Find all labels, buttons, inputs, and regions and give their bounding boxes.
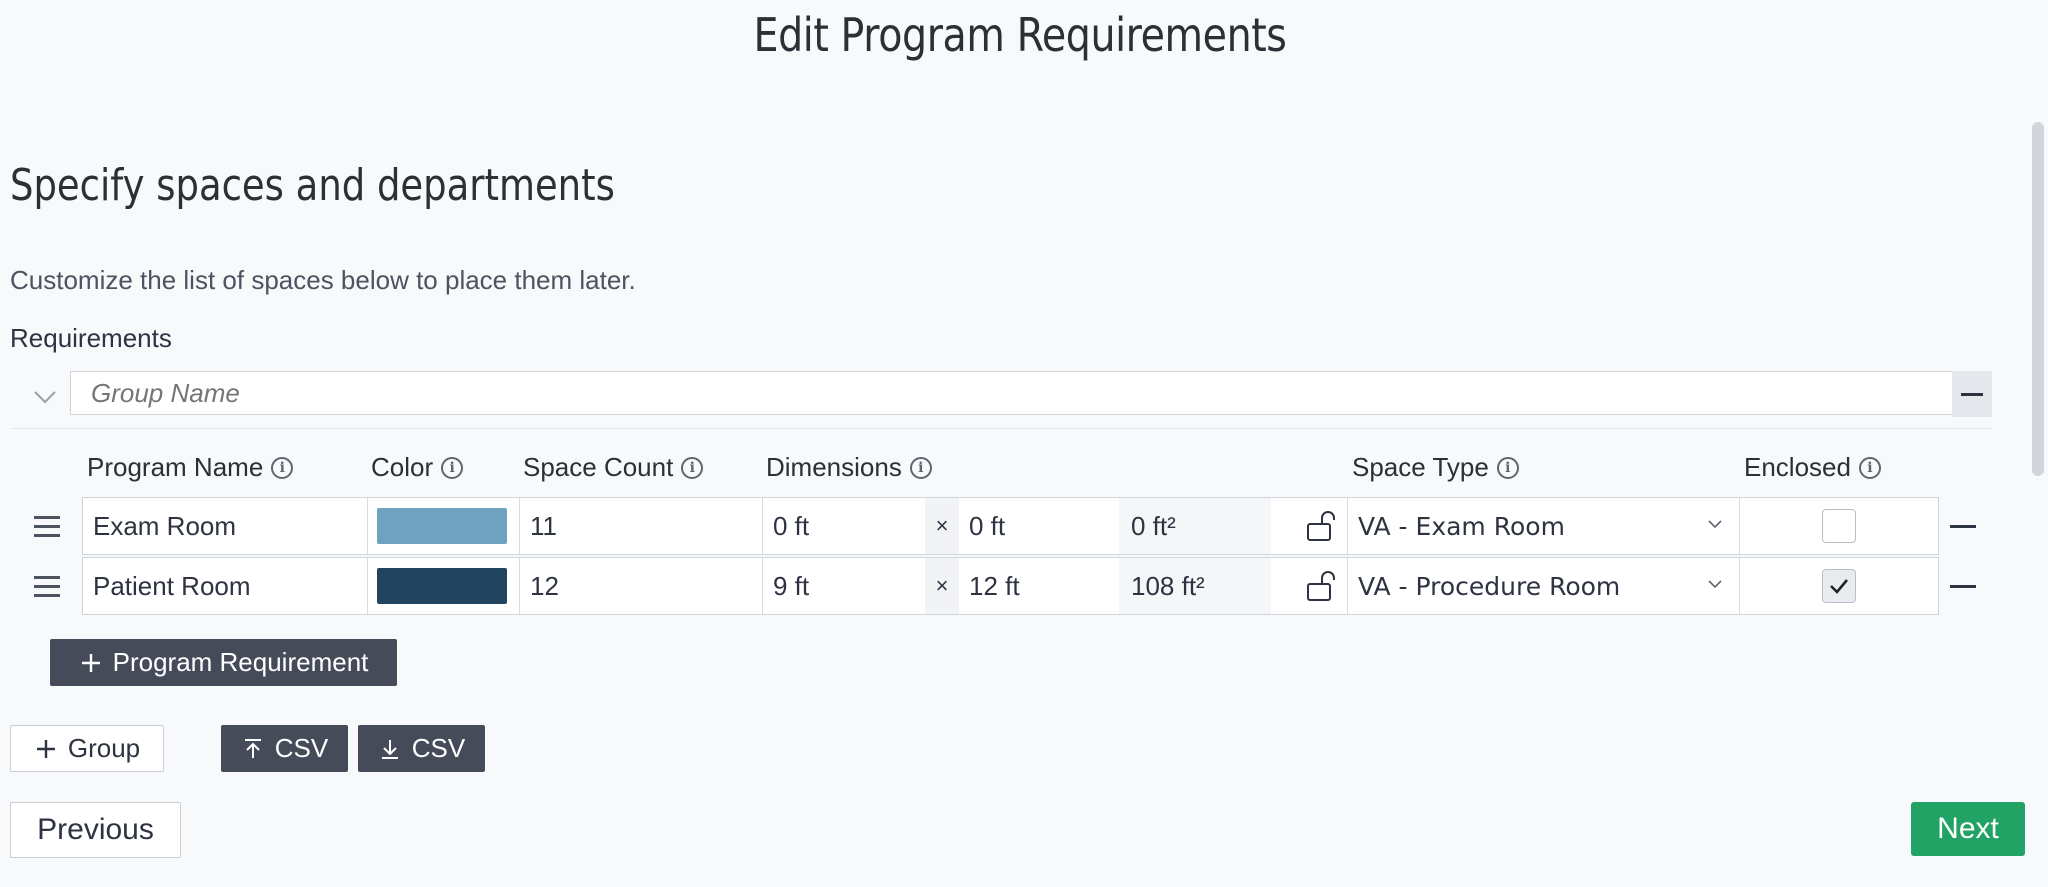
area-value: 0 ft² xyxy=(1119,498,1271,554)
info-icon[interactable]: i xyxy=(1496,456,1519,479)
chevron-down-icon xyxy=(1708,580,1722,589)
column-label: Program Name xyxy=(87,452,264,482)
space-type-value: VA - Exam Room xyxy=(1358,511,1565,541)
column-label: Space Type xyxy=(1352,452,1489,482)
width-input[interactable]: 9 ft xyxy=(763,558,925,614)
table-row: Exam Room 11 0 ft × 0 ft 0 ft² VA - Exam… xyxy=(82,497,1939,555)
length-input[interactable]: 12 ft xyxy=(959,558,1119,614)
add-program-requirement-button[interactable]: Program Requirement xyxy=(50,639,397,686)
info-icon[interactable]: i xyxy=(271,456,294,479)
upload-icon xyxy=(244,738,261,758)
column-header-enclosed: Enclosed i xyxy=(1744,452,1881,483)
button-label: CSV xyxy=(411,733,466,763)
section-description: Customize the list of spaces below to pl… xyxy=(10,265,636,295)
drag-handle-icon[interactable] xyxy=(34,516,60,538)
space-type-value: VA - Procedure Room xyxy=(1358,571,1621,601)
remove-row-button[interactable] xyxy=(1950,525,1976,528)
info-icon[interactable]: i xyxy=(1858,456,1881,479)
section-title: Specify spaces and departments xyxy=(10,160,615,211)
enclosed-checkbox[interactable] xyxy=(1822,509,1856,543)
column-header-space-count: Space Count i xyxy=(523,452,704,483)
column-label: Dimensions xyxy=(766,452,902,482)
unlock-icon[interactable] xyxy=(1305,510,1335,542)
color-swatch[interactable] xyxy=(377,508,507,544)
chevron-down-icon xyxy=(1708,520,1722,529)
column-label: Color xyxy=(371,452,434,482)
check-icon xyxy=(1830,579,1848,594)
space-count-input[interactable]: 11 xyxy=(520,498,763,554)
chevron-down-icon[interactable] xyxy=(30,382,60,412)
add-group-button[interactable]: Group xyxy=(10,725,164,772)
color-picker[interactable] xyxy=(368,498,520,554)
plus-icon xyxy=(81,653,100,672)
column-header-space-type: Space Type i xyxy=(1352,452,1519,483)
drag-handle-icon[interactable] xyxy=(34,576,60,598)
upload-csv-button[interactable]: CSV xyxy=(221,725,348,772)
space-type-select[interactable]: VA - Exam Room xyxy=(1347,498,1740,554)
info-icon[interactable]: i xyxy=(681,456,704,479)
color-picker[interactable] xyxy=(368,558,520,614)
remove-group-button[interactable] xyxy=(1952,371,1992,417)
column-header-program-name: Program Name i xyxy=(87,452,294,483)
enclosed-cell xyxy=(1740,498,1938,554)
remove-row-button[interactable] xyxy=(1950,585,1976,588)
width-input[interactable]: 0 ft xyxy=(763,498,925,554)
group-row xyxy=(10,370,1992,429)
minus-icon xyxy=(1961,392,1983,396)
enclosed-cell xyxy=(1740,558,1938,614)
enclosed-checkbox[interactable] xyxy=(1822,569,1856,603)
unlock-icon[interactable] xyxy=(1305,570,1335,602)
button-label: Program Requirement xyxy=(112,647,369,677)
button-label: Group xyxy=(67,733,141,763)
download-csv-button[interactable]: CSV xyxy=(358,725,485,772)
times-symbol: × xyxy=(925,558,959,614)
previous-button[interactable]: Previous xyxy=(10,802,181,858)
next-button[interactable]: Next xyxy=(1911,802,2025,856)
column-label: Enclosed xyxy=(1744,452,1851,482)
color-swatch[interactable] xyxy=(377,568,507,604)
scrollbar[interactable] xyxy=(2026,118,2048,887)
column-header-dimensions: Dimensions i xyxy=(766,452,932,483)
times-symbol: × xyxy=(925,498,959,554)
area-value: 108 ft² xyxy=(1119,558,1271,614)
page-title: Edit Program Requirements xyxy=(753,8,1287,62)
program-name-input[interactable]: Exam Room xyxy=(83,498,368,554)
column-label: Space Count xyxy=(523,452,674,482)
button-label: CSV xyxy=(274,733,329,763)
space-type-select[interactable]: VA - Procedure Room xyxy=(1347,558,1740,614)
table-row: Patient Room 12 9 ft × 12 ft 108 ft² VA … xyxy=(82,557,1939,615)
info-icon[interactable]: i xyxy=(909,456,932,479)
group-name-input[interactable] xyxy=(70,371,1960,415)
download-icon xyxy=(381,739,398,759)
program-name-input[interactable]: Patient Room xyxy=(83,558,368,614)
column-header-color: Color i xyxy=(371,452,464,483)
plus-icon xyxy=(36,739,55,758)
space-count-input[interactable]: 12 xyxy=(520,558,763,614)
info-icon[interactable]: i xyxy=(441,456,464,479)
scrollbar-thumb[interactable] xyxy=(2032,122,2044,476)
length-input[interactable]: 0 ft xyxy=(959,498,1119,554)
requirements-label: Requirements xyxy=(10,323,172,353)
